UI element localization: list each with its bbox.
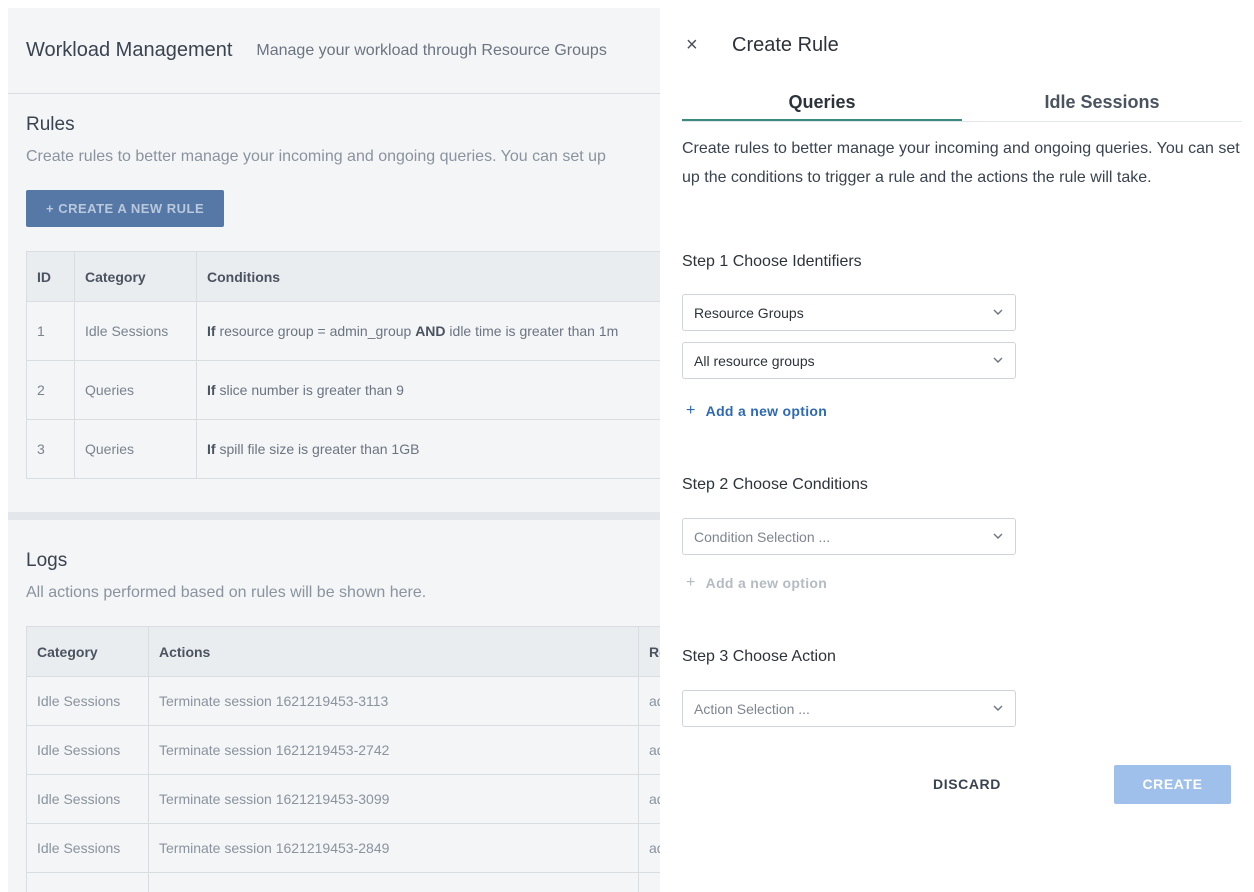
chevron-down-icon (993, 533, 1003, 539)
add-option-label: Add a new option (705, 403, 828, 419)
rule-id: 1 (26, 301, 75, 361)
drawer-header: × Create Rule (660, 0, 1254, 90)
rule-type-tabs: Queries Idle Sessions (682, 82, 1242, 122)
background-page: Workload Management Manage your workload… (8, 8, 660, 892)
logs-section: Logs All actions performed based on rule… (8, 512, 660, 892)
log-resource: ad (638, 676, 660, 726)
resource-group-select[interactable]: All resource groups (682, 342, 1016, 379)
chevron-down-icon (993, 705, 1003, 711)
rule-category: Idle Sessions (74, 301, 197, 361)
rule-conditions: If resource group = admin_group AND idle… (196, 301, 660, 361)
identifier-select-value: Resource Groups (694, 304, 804, 321)
log-resource: ad (638, 872, 660, 892)
table-row: Idle Sessions Terminate session 16212194… (26, 872, 660, 892)
condition-select-placeholder: Condition Selection ... (694, 528, 831, 545)
keyword-and: AND (415, 323, 446, 339)
step3-title: Step 3 Choose Action (682, 648, 836, 665)
table-row: 3 Queries If spill file size is greater … (26, 419, 660, 479)
log-action: Terminate session 1621219453-2849 (148, 823, 639, 873)
identifier-select[interactable]: Resource Groups (682, 294, 1016, 331)
create-rule-drawer: × Create Rule Queries Idle Sessions Crea… (660, 0, 1254, 892)
chevron-down-icon (993, 357, 1003, 363)
log-action: Terminate session 1621219453-3113 (148, 676, 639, 726)
log-resource: ad (638, 774, 660, 824)
table-row: Idle Sessions Terminate session 16212194… (26, 725, 660, 775)
page-subtitle: Manage your workload through Resource Gr… (256, 41, 607, 59)
log-resource: ad (638, 823, 660, 873)
step2-title: Step 2 Choose Conditions (682, 476, 868, 493)
rule-category: Queries (74, 419, 197, 479)
rule-conditions: If spill file size is greater than 1GB (196, 419, 660, 479)
condition-text: resource group = admin_group (215, 323, 416, 339)
log-category: Idle Sessions (26, 725, 149, 775)
table-row: 2 Queries If slice number is greater tha… (26, 360, 660, 420)
create-button[interactable]: CREATE (1114, 765, 1231, 804)
drawer-intro: Create rules to better manage your incom… (682, 140, 1240, 186)
logs-description: All actions performed based on rules wil… (26, 584, 427, 601)
action-select-placeholder: Action Selection ... (694, 700, 810, 717)
rules-section: Rules Create rules to better manage your… (8, 94, 660, 512)
rule-category: Queries (74, 360, 197, 420)
column-header-category: Category (74, 251, 197, 302)
column-header-resource: Re (638, 626, 660, 677)
add-option-label: Add a new option (705, 575, 828, 591)
rules-table-header: ID Category Conditions (26, 251, 660, 302)
condition-select[interactable]: Condition Selection ... (682, 518, 1016, 555)
log-category: Idle Sessions (26, 872, 149, 892)
page-title: Workload Management (26, 39, 233, 61)
keyword-if: If (207, 323, 216, 339)
plus-icon: + (686, 574, 696, 591)
log-category: Idle Sessions (26, 823, 149, 873)
column-header-category: Category (26, 626, 149, 677)
column-header-actions: Actions (148, 626, 639, 677)
log-action: Terminate session 1621219453-2742 (148, 725, 639, 775)
condition-text: idle time is greater than 1m (445, 323, 619, 339)
page-header: Workload Management Manage your workload… (8, 8, 660, 94)
log-category: Idle Sessions (26, 676, 149, 726)
resource-group-select-value: All resource groups (694, 352, 815, 369)
tab-idle-sessions[interactable]: Idle Sessions (962, 82, 1242, 121)
table-row: 1 Idle Sessions If resource group = admi… (26, 301, 660, 361)
table-row: Idle Sessions Terminate session 16212194… (26, 823, 660, 873)
table-row: Idle Sessions Terminate session 16212194… (26, 676, 660, 726)
close-icon[interactable]: × (686, 34, 710, 57)
rule-conditions: If slice number is greater than 9 (196, 360, 660, 420)
condition-text: slice number is greater than 9 (215, 382, 404, 398)
rules-description: Create rules to better manage your incom… (26, 148, 606, 165)
log-resource: ad (638, 725, 660, 775)
condition-text: spill file size is greater than 1GB (215, 441, 420, 457)
keyword-if: If (207, 382, 216, 398)
rule-id: 2 (26, 360, 75, 420)
rules-title: Rules (26, 114, 75, 135)
step1-title: Step 1 Choose Identifiers (682, 253, 862, 270)
plus-icon: + (686, 402, 696, 419)
rule-id: 3 (26, 419, 75, 479)
discard-button[interactable]: DISCARD (902, 764, 1032, 804)
log-action: Terminate session 1621219453-3057 (148, 872, 639, 892)
log-action: Terminate session 1621219453-3099 (148, 774, 639, 824)
logs-table-header: Category Actions Re (26, 626, 660, 677)
log-category: Idle Sessions (26, 774, 149, 824)
table-row: Idle Sessions Terminate session 16212194… (26, 774, 660, 824)
logs-title: Logs (26, 550, 68, 571)
column-header-conditions: Conditions (196, 251, 660, 302)
add-condition-option-link[interactable]: + Add a new option (686, 574, 827, 592)
action-select[interactable]: Action Selection ... (682, 690, 1016, 727)
chevron-down-icon (993, 309, 1003, 315)
drawer-title: Create Rule (732, 33, 839, 56)
create-new-rule-button: + CREATE A NEW RULE (26, 190, 225, 227)
logs-table: Category Actions Re Idle Sessions Termin… (26, 626, 660, 892)
rules-table: ID Category Conditions 1 Idle Sessions I… (26, 251, 660, 479)
add-identifier-option-link[interactable]: + Add a new option (686, 402, 827, 420)
tab-queries[interactable]: Queries (682, 82, 962, 121)
keyword-if: If (207, 441, 216, 457)
column-header-id: ID (26, 251, 75, 302)
